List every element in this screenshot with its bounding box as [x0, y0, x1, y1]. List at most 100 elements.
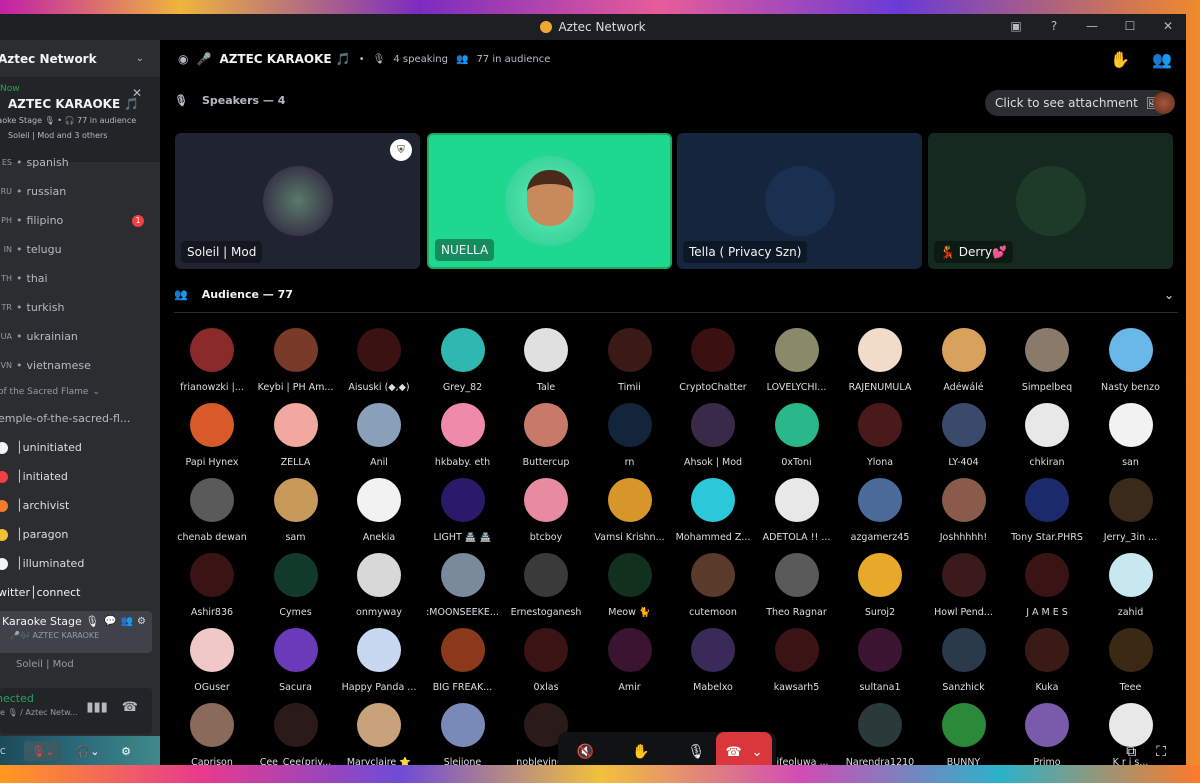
- noise-suppression-icon[interactable]: ▮▮▮: [86, 700, 107, 715]
- chat-icon[interactable]: 💬: [104, 616, 116, 627]
- audience-member[interactable]: J A M E S: [1005, 553, 1089, 623]
- audience-member[interactable]: ADETOLA !! ...: [755, 478, 839, 548]
- audience-member[interactable]: Sacura: [254, 628, 338, 698]
- chevron-down-icon[interactable]: ⌄: [752, 745, 763, 760]
- audience-member[interactable]: Ashir836: [170, 553, 254, 623]
- audience-member[interactable]: Jerry_3in ...: [1089, 478, 1173, 548]
- audience-member[interactable]: zahid: [1089, 553, 1173, 623]
- disconnect-icon[interactable]: ☎: [122, 700, 138, 715]
- audience-member[interactable]: cutemoon: [671, 553, 755, 623]
- speaker-tile[interactable]: Tella ( Privacy Szn): [677, 133, 922, 269]
- audience-member[interactable]: Tale: [504, 328, 588, 398]
- chevron-down-icon[interactable]: ⌄: [1164, 288, 1174, 302]
- audience-member[interactable]: Aisuski (◆,◆): [337, 328, 421, 398]
- audience-member[interactable]: Papi Hynex: [170, 403, 254, 473]
- audience-member[interactable]: Tony Star.PHRS: [1005, 478, 1089, 548]
- leave-stage-button[interactable]: ☎ ⌄: [716, 732, 772, 765]
- channel-item[interactable]: IN • telugu: [0, 235, 160, 264]
- audience-member[interactable]: sultana1: [838, 628, 922, 698]
- raise-hand-icon[interactable]: ✋: [1110, 50, 1130, 69]
- audience-member[interactable]: Sleijone: [421, 703, 505, 765]
- channel-item[interactable]: │initiated: [0, 462, 160, 491]
- avatar[interactable]: [1153, 92, 1175, 114]
- audience-member[interactable]: LOVELYCHI...: [755, 328, 839, 398]
- audience-member[interactable]: CryptoChatter: [671, 328, 755, 398]
- members-icon[interactable]: 👥: [1152, 50, 1172, 69]
- audience-member[interactable]: chkiran: [1005, 403, 1089, 473]
- channel-item[interactable]: ES • spanish: [0, 148, 160, 177]
- audience-member[interactable]: Anekia: [337, 478, 421, 548]
- voice-user[interactable]: Soleil | Mod: [0, 653, 160, 675]
- server-header[interactable]: Aztec Network ⌄: [0, 40, 160, 78]
- audience-member[interactable]: Happy Panda ...: [337, 628, 421, 698]
- raise-hand-icon[interactable]: ✋: [632, 744, 649, 760]
- audience-member[interactable]: Anil: [337, 403, 421, 473]
- audience-member[interactable]: Cee_Cee(priv...: [254, 703, 338, 765]
- audience-member[interactable]: san: [1089, 403, 1173, 473]
- channel-item[interactable]: │paragon: [0, 520, 160, 549]
- close-icon[interactable]: ✕: [132, 86, 142, 100]
- channel-item[interactable]: emple-of-the-sacred-fl...: [0, 404, 160, 433]
- audience-member[interactable]: azgamerz45: [838, 478, 922, 548]
- channel-item[interactable]: TH • thai: [0, 264, 160, 293]
- channel-item[interactable]: VN • vietnamese: [0, 351, 160, 380]
- audience-member[interactable]: Narendra1210: [838, 703, 922, 765]
- audience-member[interactable]: Cymes: [254, 553, 338, 623]
- category-header[interactable]: of the Sacred Flame ⌄: [0, 380, 160, 404]
- audience-member[interactable]: Theo Ragnar: [755, 553, 839, 623]
- audience-member[interactable]: Meow 🐈: [588, 553, 672, 623]
- audience-member[interactable]: BUNNY: [922, 703, 1006, 765]
- audience-member[interactable]: Vamsi Krishn...: [588, 478, 672, 548]
- audience-member[interactable]: Kuka: [1005, 628, 1089, 698]
- audience-member[interactable]: Keybi | PH Am...: [254, 328, 338, 398]
- audience-member[interactable]: onmyway: [337, 553, 421, 623]
- audience-member[interactable]: Amir: [588, 628, 672, 698]
- audience-member[interactable]: rn: [588, 403, 672, 473]
- headphones-icon[interactable]: 🎧⌄: [68, 741, 108, 761]
- minimize-icon[interactable]: —: [1084, 18, 1100, 34]
- audience-member[interactable]: RAJENUMULA: [838, 328, 922, 398]
- help-icon[interactable]: ?: [1046, 18, 1062, 34]
- audience-member[interactable]: Howl Pend...: [922, 553, 1006, 623]
- attachment-button[interactable]: Click to see attachment 🖼: [985, 90, 1172, 116]
- audience-member[interactable]: LIGHT 🏯 🏯: [421, 478, 505, 548]
- gear-icon[interactable]: ⚙: [137, 616, 146, 627]
- audience-member[interactable]: Grey_82: [421, 328, 505, 398]
- audience-member[interactable]: btcboy: [504, 478, 588, 548]
- channel-item[interactable]: PH • filipino 1: [0, 206, 160, 235]
- audience-member[interactable]: Mabelxo: [671, 628, 755, 698]
- audience-member[interactable]: :MOONSEEKE...: [421, 553, 505, 623]
- channel-item[interactable]: RU • russian: [0, 177, 160, 206]
- audience-member[interactable]: Suroj2: [838, 553, 922, 623]
- channel-item[interactable]: witter│connect: [0, 578, 160, 607]
- channel-item[interactable]: │illuminated: [0, 549, 160, 578]
- audience-member[interactable]: Timii: [588, 328, 672, 398]
- audience-member[interactable]: chenab dewan: [170, 478, 254, 548]
- audience-member[interactable]: Simpelbeq: [1005, 328, 1089, 398]
- mute-mic-icon[interactable]: 🎙⌄: [24, 741, 62, 761]
- audience-member[interactable]: sam: [254, 478, 338, 548]
- popout-icon[interactable]: ⧉: [1126, 744, 1136, 760]
- audience-member[interactable]: Ylona: [838, 403, 922, 473]
- inbox-icon[interactable]: ▣: [1008, 18, 1024, 34]
- active-stage-channel[interactable]: Karaoke Stage 🎙 🎤🎶 AZTEC KARAOKE 💬 👥 ⚙: [0, 611, 152, 653]
- audience-member[interactable]: Ahsok | Mod: [671, 403, 755, 473]
- audience-member[interactable]: frianowzki |...: [170, 328, 254, 398]
- fullscreen-icon[interactable]: ⛶: [1156, 744, 1166, 760]
- speaker-tile[interactable]: Soleil | Mod ⛨: [175, 133, 420, 269]
- audience-member[interactable]: Primo: [1005, 703, 1089, 765]
- channel-item[interactable]: │uninitiated: [0, 433, 160, 462]
- audience-member[interactable]: Teee: [1089, 628, 1173, 698]
- audience-member[interactable]: ZELLA: [254, 403, 338, 473]
- audience-member[interactable]: 0xToni: [755, 403, 839, 473]
- audience-member[interactable]: Buttercup: [504, 403, 588, 473]
- audience-member[interactable]: hkbaby. eth: [421, 403, 505, 473]
- audience-member[interactable]: Maryclaire ⭐: [337, 703, 421, 765]
- audience-member[interactable]: OGuser: [170, 628, 254, 698]
- channel-item[interactable]: TR • turkish: [0, 293, 160, 322]
- audience-member[interactable]: Sanzhick: [922, 628, 1006, 698]
- invite-icon[interactable]: 👥: [121, 616, 133, 627]
- audience-member[interactable]: LY-404: [922, 403, 1006, 473]
- maximize-icon[interactable]: ☐: [1122, 18, 1138, 34]
- audience-member[interactable]: Nasty benzo: [1089, 328, 1173, 398]
